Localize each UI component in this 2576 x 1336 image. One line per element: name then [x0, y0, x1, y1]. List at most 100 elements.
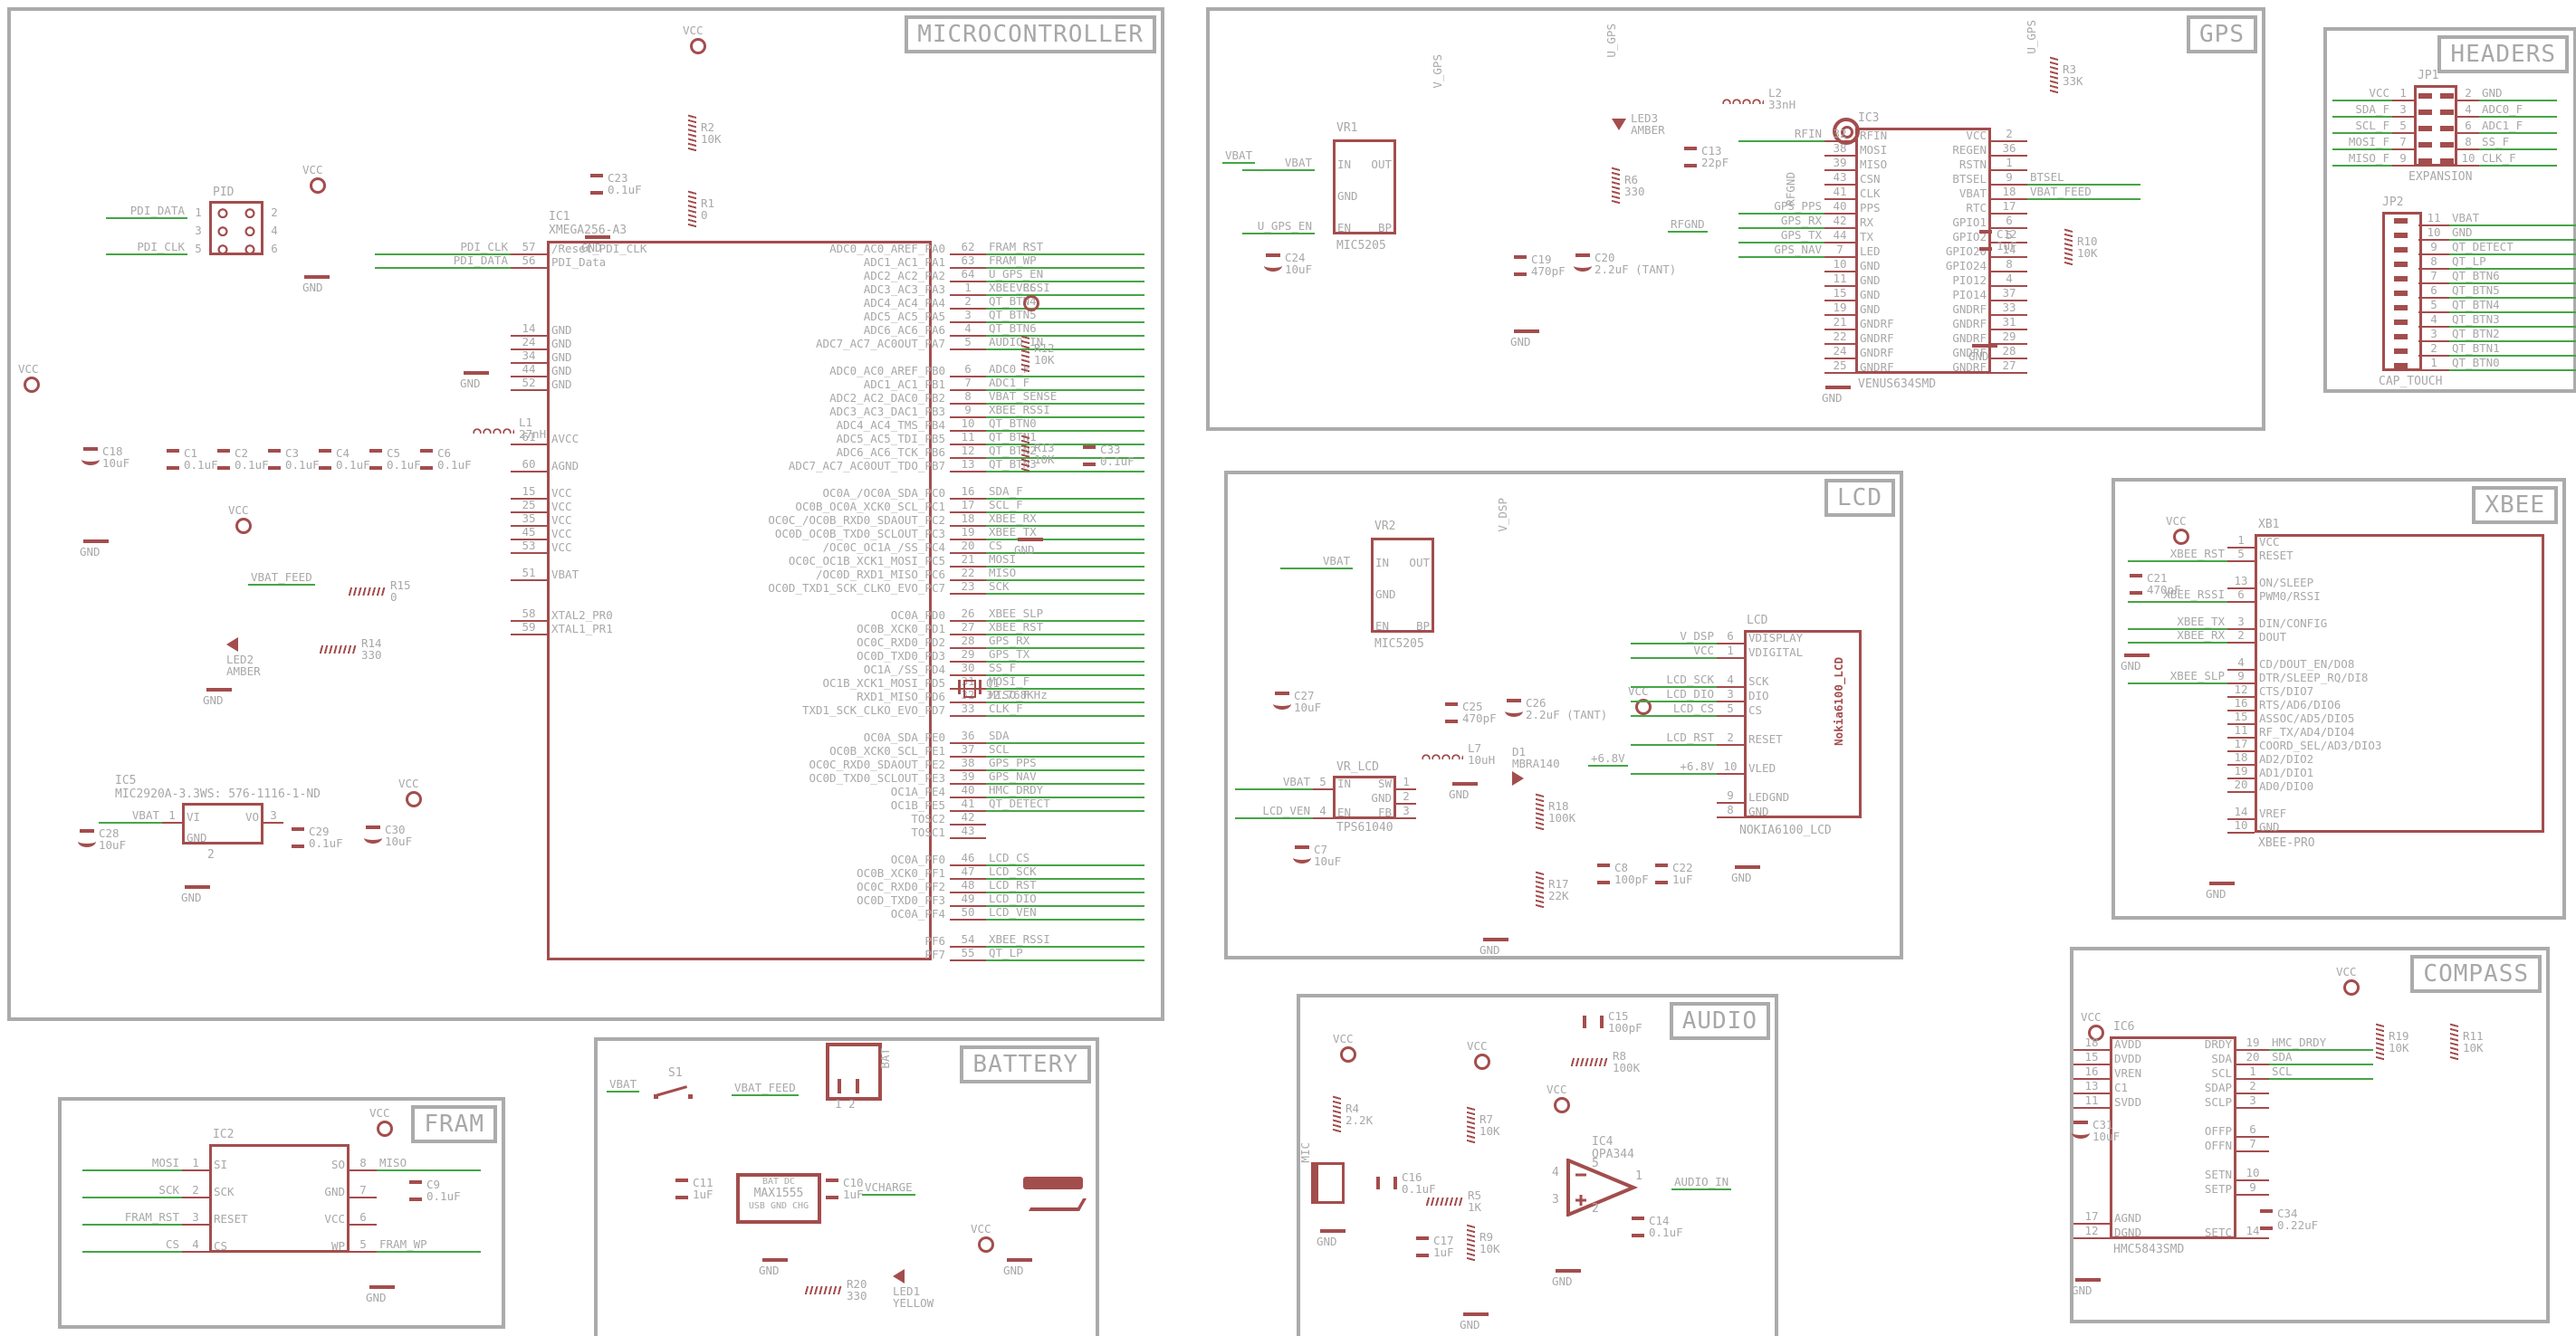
- pin-name: GNDRF: [1920, 332, 1991, 345]
- pin-row: [1631, 775, 1862, 789]
- pin-name: ADC3_AC3_DAC1_PB3: [728, 406, 950, 418]
- c22-capacitor: C221uF: [1655, 862, 1693, 885]
- gnd-symbol: [2209, 882, 2235, 885]
- ic2-ref: IC2: [213, 1128, 234, 1141]
- pin-name: PF7: [728, 949, 950, 961]
- gnd-label: GND: [80, 545, 101, 558]
- pin-name: [1403, 588, 1434, 601]
- l2-inductor: L233nH: [1722, 87, 1796, 110]
- pin-net: [375, 677, 511, 690]
- pin-name: OC0D_TXD0_SCLOUT_PE3: [728, 772, 950, 785]
- pin-row: [2128, 792, 2553, 806]
- r7-resistor: R710K: [1467, 1106, 1500, 1144]
- pin-number: 2: [2418, 342, 2449, 357]
- pin-number: 43: [1824, 171, 1855, 186]
- pin-row: XBEE_TX3DIN/CONFIG: [2128, 616, 2553, 629]
- r17-resistor: R1722K: [1536, 871, 1569, 909]
- gnd-symbol: [1463, 1312, 1489, 1316]
- pin-net: [986, 717, 1144, 730]
- diode-icon: [1512, 771, 1524, 786]
- ic1-name: XMEGA256-A3: [549, 224, 627, 237]
- gnd-label: GND: [1014, 543, 1035, 557]
- pin-row: XBEE_RST5RESET: [2128, 548, 2553, 561]
- pin-name: [547, 406, 728, 418]
- r8-resistor: R8100K: [1570, 1050, 1640, 1074]
- pin-row: 39MISORSTN1: [1738, 157, 2140, 171]
- pin-net: CS: [82, 1238, 182, 1253]
- vr1-regulator: VR1 MIC5205 VBATINOUTGNDU_GPS_ENENBP: [1242, 139, 1418, 234]
- pin-row: OC1B_PE541QT_DETECT: [375, 797, 1126, 811]
- pin-name: [728, 472, 950, 485]
- pin-net: [2128, 562, 2227, 575]
- pin-net: [2027, 158, 2140, 171]
- pin-row: 11RF_TX/AD4/DIO4: [2128, 724, 2553, 738]
- pin-name: AVCC: [547, 433, 728, 445]
- dc-jack-icon: [1023, 1177, 1083, 1189]
- pin-number: 36: [1991, 142, 2027, 157]
- pin-number: 2: [2236, 1080, 2269, 1094]
- pin-net: [375, 555, 511, 568]
- pin-number: 6: [2457, 119, 2479, 134]
- capacitor-icon: [1979, 230, 1992, 251]
- pin-row: GPS_PPS40PPSRTC17: [1738, 200, 2140, 215]
- pin-name: IN: [1333, 778, 1365, 790]
- pin-name: ON/SLEEP: [2255, 577, 2553, 589]
- pin-row: SDA_F34ADC0_F: [2332, 101, 2557, 118]
- pin-net: [2269, 1183, 2373, 1196]
- led-icon: [1612, 119, 1626, 130]
- block-xbee: XBEE VCC C21470pF GND XB1 XBEE-PRO 1VCCX…: [2112, 478, 2566, 920]
- pin-net: [2269, 1111, 2373, 1123]
- pin-number: [1434, 557, 1452, 569]
- pin-name: SVDD: [2110, 1096, 2175, 1109]
- pin-pad: [2382, 214, 2418, 226]
- pin-name: [547, 826, 728, 839]
- pin-row: VBATINOUT: [1242, 139, 1418, 171]
- pin-number: 2: [2227, 629, 2255, 644]
- pin-net: [986, 826, 1144, 839]
- pin-row: 60AGNDADC7_AC7_AC0OUT_TDO_PB713QT_BTN3: [375, 458, 1126, 472]
- pin-net: [2128, 753, 2227, 766]
- polarized-capacitor-icon: [83, 447, 98, 467]
- pin-number: 1: [1991, 157, 2027, 171]
- pin-net: [375, 704, 511, 717]
- c17-capacitor: C171uF: [1416, 1235, 1454, 1258]
- max1555-name: MAX1555: [740, 1187, 818, 1201]
- capacitor-icon: [1376, 1177, 1397, 1189]
- ic4-pin-inverting: 4: [1552, 1166, 1559, 1179]
- pin-row: 19AD1/DIO1: [2128, 765, 2553, 778]
- vr2-name: MIC5205: [1374, 637, 1424, 651]
- vcc-symbol: [1023, 295, 1039, 311]
- capacitor-icon: [1416, 1236, 1429, 1257]
- pin-net: PDI_DATA: [106, 205, 187, 219]
- pin-row: ADC6_AC6_TCK_PB612QT_BTN2: [375, 444, 1126, 458]
- pin-name: [728, 839, 950, 852]
- pin-number: 2: [182, 1184, 209, 1198]
- pin-number: 10: [2227, 819, 2255, 834]
- pin-name: ADC1_AC1_PA1: [728, 256, 950, 269]
- resistor-icon: [2450, 1023, 2458, 1061]
- pin-name: PIO14: [1920, 289, 1991, 301]
- pin-net: VBAT_FEED: [2027, 186, 2140, 200]
- r9-resistor: R910K: [1467, 1224, 1500, 1262]
- pin-name: ADC7_AC7_AC0OUT_TDO_PB7: [728, 460, 950, 472]
- xb1-xbee-module: XB1 XBEE-PRO 1VCCXBEE_RST5RESET13ON/SLEE…: [2128, 534, 2553, 833]
- pin-net: [2128, 807, 2227, 820]
- pin-net: VCC: [1631, 644, 1717, 659]
- pin-name: [547, 839, 728, 852]
- vr1-ref: VR1: [1336, 121, 1357, 135]
- pin-name: VCC: [1920, 129, 1991, 142]
- r3-resistor: R333K: [2050, 56, 2083, 94]
- pin-number: [511, 921, 547, 933]
- pin-name: [2110, 1198, 2175, 1210]
- capacitor-icon: [2260, 1209, 2273, 1230]
- pin-name: OC0A_PF4: [728, 908, 950, 921]
- pin-name: [2175, 1198, 2236, 1210]
- pin-row: 21GNDRFGNDRF31: [1738, 316, 2140, 330]
- ic4-pin-vplus: 5: [1592, 1157, 1599, 1170]
- led-icon: [893, 1269, 905, 1284]
- pin-name: GND: [547, 324, 728, 337]
- pin-row: 18AVDDDRDY19HMC_DRDY: [2073, 1036, 2373, 1051]
- vcc-label: VCC: [2336, 965, 2357, 978]
- pin-number: [511, 908, 547, 921]
- pin-net: [2128, 712, 2227, 725]
